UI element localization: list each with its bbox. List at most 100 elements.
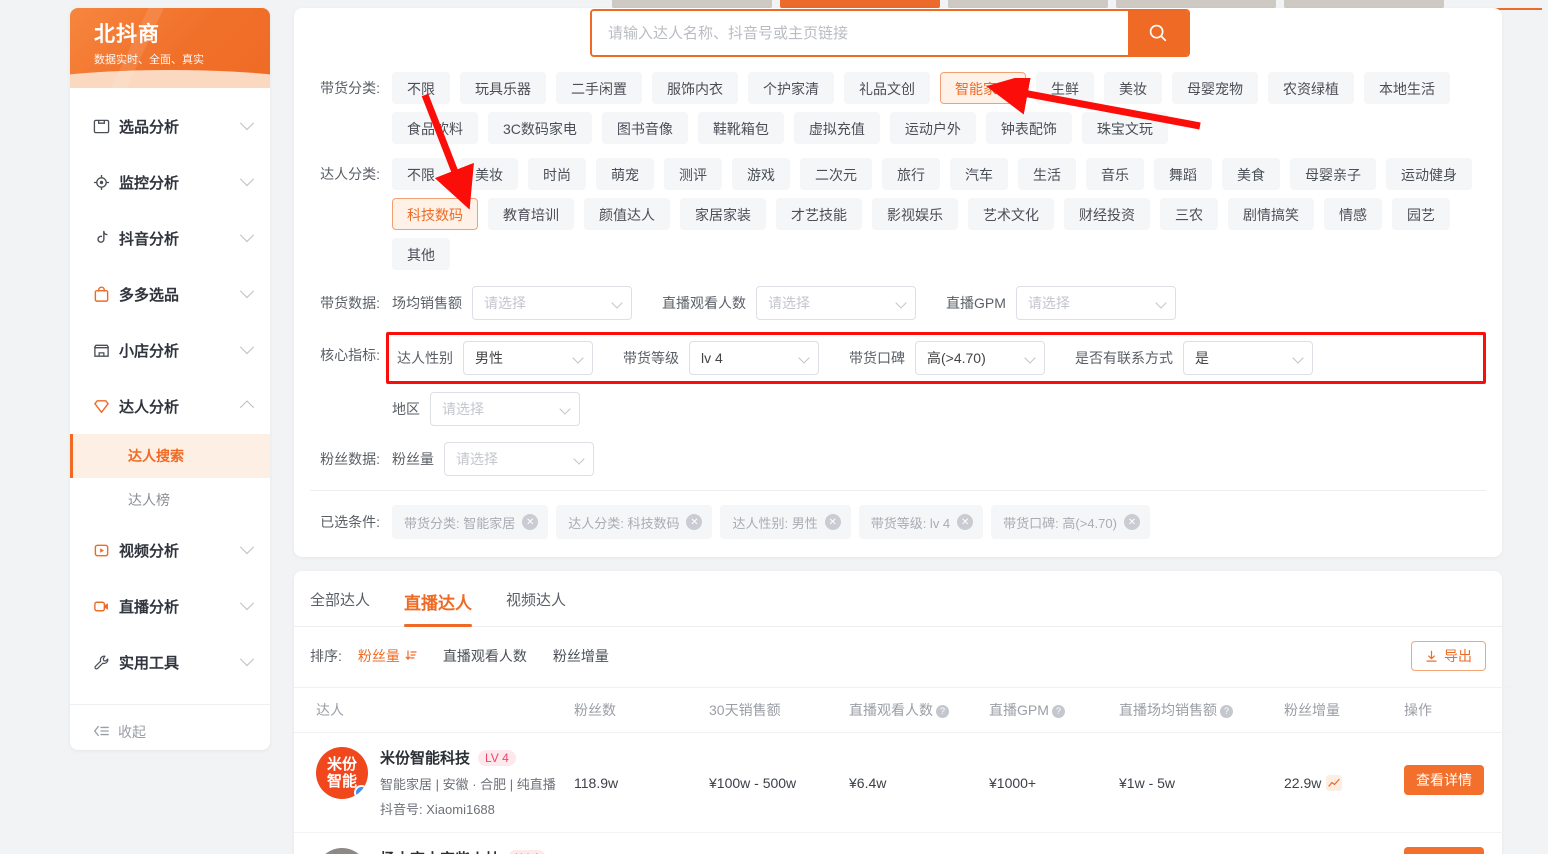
- goods-category-option[interactable]: 图书音像: [601, 112, 688, 144]
- help-icon[interactable]: ?: [1051, 704, 1065, 718]
- sidebar-item-daren-sousuo[interactable]: 达人搜索: [70, 434, 270, 478]
- sidebar-item-daren-bang[interactable]: 达人榜: [70, 478, 270, 522]
- goods-category-option[interactable]: 农资绿植: [1268, 72, 1354, 104]
- result-tab[interactable]: 全部达人: [310, 589, 370, 626]
- talent-category-option[interactable]: 颜值达人: [584, 198, 670, 230]
- core-metric-select[interactable]: 高(>4.70): [915, 341, 1045, 375]
- goods-category-option[interactable]: 不限: [392, 72, 450, 104]
- talent-category-option[interactable]: 影视娱乐: [872, 198, 958, 230]
- region-select[interactable]: 请选择: [430, 392, 580, 426]
- goods-category-option[interactable]: 食品饮料: [392, 112, 478, 144]
- sidebar-item-jiankong-fenxi[interactable]: 监控分析: [70, 154, 270, 210]
- talent-category-option[interactable]: 园艺: [1392, 198, 1450, 230]
- goods-category-option[interactable]: 二手闲置: [556, 72, 642, 104]
- sidebar-item-zhibo-fenxi[interactable]: 直播分析: [70, 578, 270, 634]
- sort-option[interactable]: 直播观看人数: [443, 646, 527, 666]
- goods-category-option[interactable]: 服饰内衣: [652, 72, 738, 104]
- goods-category-option[interactable]: 生鲜: [1036, 72, 1094, 104]
- talent-name[interactable]: 杨士宏土家柴火灶: [380, 848, 500, 854]
- close-icon[interactable]: ✕: [686, 514, 703, 530]
- goods-data-select[interactable]: 请选择: [472, 286, 632, 320]
- sort-option[interactable]: 粉丝量: [358, 646, 417, 666]
- sort-desc-icon[interactable]: [405, 648, 417, 664]
- close-icon[interactable]: ✕: [522, 514, 539, 530]
- goods-category-option[interactable]: 母婴宠物: [1172, 72, 1258, 104]
- goods-category-option[interactable]: 虚拟充值: [793, 112, 880, 144]
- goods-category-option[interactable]: 礼品文创: [844, 72, 930, 104]
- talent-category-option[interactable]: 运动健身: [1386, 158, 1472, 190]
- sidebar-item-duoduo-xuanpin[interactable]: 多多选品: [70, 266, 270, 322]
- help-icon[interactable]: ?: [936, 704, 949, 718]
- goods-category-option[interactable]: 本地生活: [1364, 72, 1450, 104]
- talent-category-option[interactable]: 二次元: [800, 158, 872, 190]
- goods-data-select[interactable]: 请选择: [756, 286, 916, 320]
- sidebar-item-xuanpin-fenxi[interactable]: 选品分析: [70, 98, 270, 154]
- browser-tab[interactable]: [1284, 0, 1444, 8]
- talent-category-option[interactable]: 美食: [1222, 158, 1280, 190]
- sort-option[interactable]: 粉丝增量: [553, 646, 609, 666]
- talent-category-option[interactable]: 游戏: [732, 158, 790, 190]
- talent-category-option[interactable]: 旅行: [882, 158, 940, 190]
- goods-category-option[interactable]: 个护家清: [748, 72, 834, 104]
- search-button[interactable]: [1128, 11, 1188, 55]
- talent-category-option[interactable]: 艺术文化: [968, 198, 1054, 230]
- talent-category-option[interactable]: 财经投资: [1064, 198, 1150, 230]
- talent-category-option[interactable]: 三农: [1160, 198, 1218, 230]
- sidebar-item-douyin-fenxi[interactable]: 抖音分析: [70, 210, 270, 266]
- help-icon[interactable]: ?: [1220, 704, 1233, 718]
- talent-category-option[interactable]: 汽车: [950, 158, 1008, 190]
- core-metric-select[interactable]: 是: [1183, 341, 1313, 375]
- talent-category-option[interactable]: 测评: [664, 158, 722, 190]
- talent-category-option[interactable]: 其他: [392, 238, 450, 270]
- sidebar-item-shipin-fenxi[interactable]: 视频分析: [70, 522, 270, 578]
- browser-tab-active[interactable]: [780, 0, 940, 8]
- talent-category-option[interactable]: 舞蹈: [1154, 158, 1212, 190]
- search-input[interactable]: [592, 11, 1128, 55]
- goods-category-option[interactable]: 智能家居: [940, 72, 1026, 104]
- action-button[interactable]: 查看详情: [1404, 764, 1484, 795]
- close-icon[interactable]: ✕: [1123, 514, 1140, 530]
- talent-category-option[interactable]: 才艺技能: [776, 198, 862, 230]
- talent-category-option[interactable]: 萌宠: [596, 158, 654, 190]
- fans-count-cell: 118.9w: [574, 732, 709, 833]
- goods-category-option[interactable]: 鞋靴箱包: [697, 112, 784, 144]
- sidebar-item-xiaodian-fenxi[interactable]: 小店分析: [70, 322, 270, 378]
- browser-tab[interactable]: [948, 0, 1108, 8]
- sidebar-item-daren-fenxi[interactable]: 达人分析: [70, 378, 270, 434]
- browser-tab[interactable]: [612, 0, 772, 8]
- talent-category-option[interactable]: 不限: [392, 158, 450, 190]
- talent-category-option[interactable]: 教育培训: [488, 198, 574, 230]
- goods-category-option[interactable]: 运动户外: [889, 112, 976, 144]
- goods-data-select[interactable]: 请选择: [1015, 286, 1176, 320]
- search-bar[interactable]: [590, 9, 1190, 57]
- talent-category-option[interactable]: 生活: [1018, 158, 1076, 190]
- core-metric-select[interactable]: lv 4: [689, 341, 819, 375]
- talent-category-option[interactable]: 情感: [1324, 198, 1382, 230]
- goods-category-option[interactable]: 玩具乐器: [460, 72, 546, 104]
- goods-category-option[interactable]: 钟表配饰: [985, 112, 1072, 144]
- sidebar-item-shiyong-gongju[interactable]: 实用工具: [70, 634, 270, 690]
- talent-category-option[interactable]: 时尚: [528, 158, 586, 190]
- close-icon[interactable]: ✕: [957, 514, 974, 530]
- export-button[interactable]: 导出: [1411, 641, 1486, 671]
- talent-category-option[interactable]: 母婴亲子: [1290, 158, 1376, 190]
- tool-icon: [92, 653, 110, 671]
- talent-category-option[interactable]: 剧情搞笑: [1228, 198, 1314, 230]
- talent-category-option[interactable]: 音乐: [1086, 158, 1144, 190]
- result-tab[interactable]: 直播达人: [404, 589, 473, 627]
- talent-category-option[interactable]: 美妆: [460, 158, 518, 190]
- talent-name[interactable]: 米份智能科技: [380, 747, 470, 768]
- sidebar-collapse-button[interactable]: 收起: [70, 705, 270, 750]
- talent-category-option[interactable]: 家居家装: [680, 198, 766, 230]
- fans-count-select[interactable]: 请选择: [444, 442, 594, 476]
- browser-tab[interactable]: [1116, 0, 1276, 8]
- goods-category-option[interactable]: 3C数码家电: [488, 112, 592, 144]
- action-button[interactable]: 查看详情: [1404, 847, 1484, 854]
- goods-category-option[interactable]: 珠宝文玩: [1081, 112, 1168, 144]
- core-metric-select[interactable]: 男性: [463, 341, 593, 375]
- goods-category-option[interactable]: 美妆: [1104, 72, 1162, 104]
- trend-chart-icon[interactable]: [1326, 774, 1343, 791]
- talent-category-option[interactable]: 科技数码: [392, 198, 478, 230]
- close-icon[interactable]: ✕: [824, 514, 841, 530]
- result-tab[interactable]: 视频达人: [506, 589, 566, 626]
